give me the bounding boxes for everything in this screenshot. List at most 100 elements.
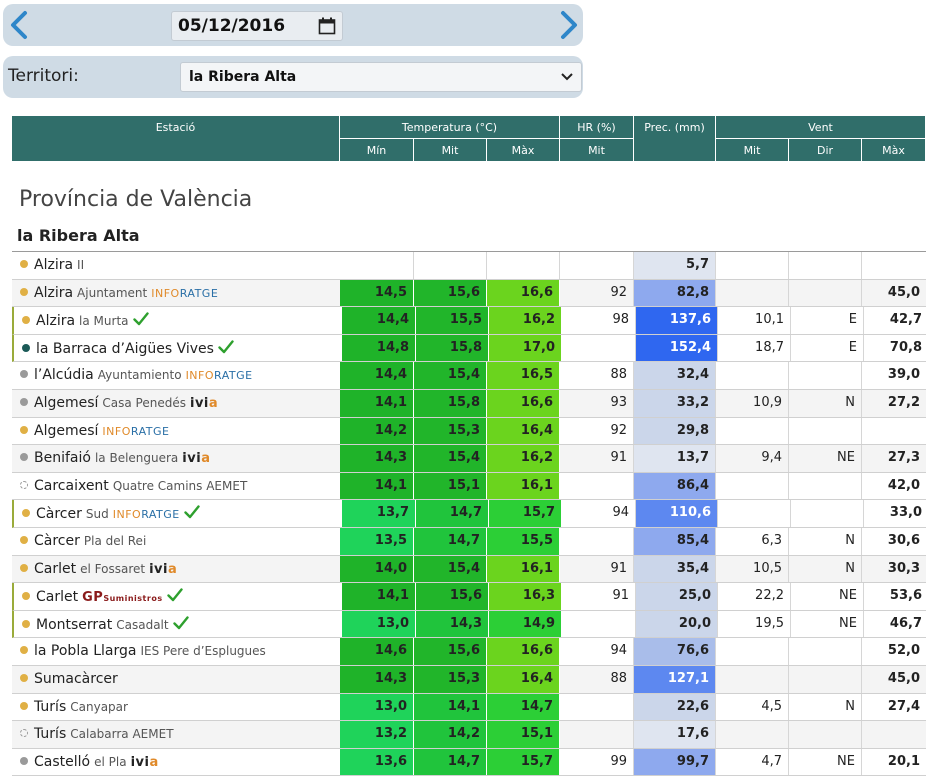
table-row[interactable]: Alzira II 5,7 [12, 252, 926, 280]
header-t-min[interactable]: Mín [340, 139, 414, 162]
table-row[interactable]: Turís Canyapar 13,0 14,1 14,7 22,6 4,5 N 27,4 [12, 693, 926, 722]
station-location: IES Pere d’Esplugues [140, 644, 266, 659]
station-cell[interactable]: Càrcer Pla del Rei [12, 528, 340, 555]
station-location: Ayuntamiento [97, 368, 182, 383]
cell-vdir [789, 279, 862, 307]
station-cell[interactable]: Montserrat Casadalt [14, 611, 342, 638]
station-cell[interactable]: Algemesí Casa Penedés ivia [12, 390, 340, 417]
cell-vmit: 9,4 [716, 445, 789, 472]
station-cell[interactable]: Algemesí INFORATGE [12, 418, 340, 445]
table-row[interactable]: Turís Calabarra AEMET 13,2 14,2 15,1 17,6 [12, 721, 926, 749]
cell-vmit [716, 252, 789, 279]
cell-min: 14,3 [340, 445, 414, 472]
station-location: la Murta [79, 314, 129, 329]
station-cell[interactable]: Alzira la Murta [14, 307, 342, 334]
cell-vmit: 19,5 [718, 610, 791, 638]
station-cell[interactable]: la Pobla Llarga IES Pere d’Esplugues [12, 638, 340, 665]
header-vent-mit[interactable]: Mit [716, 139, 789, 162]
cell-vdir: NE [791, 610, 864, 638]
station-cell[interactable]: Càrcer Sud INFORATGE [14, 500, 342, 527]
station-name: Sumacàrcer [34, 670, 118, 687]
table-row[interactable]: Carcaixent Quatre Camins AEMET 14,1 15,1 16,… [12, 472, 926, 501]
cell-min: 14,8 [342, 334, 416, 362]
header-estacio[interactable]: Estació [12, 116, 340, 162]
station-cell[interactable]: Turís Canyapar [12, 694, 340, 721]
table-row[interactable]: Algemesí Casa Penedés ivia 14,1 15,8 16,6 93 33… [12, 389, 926, 418]
table-row[interactable]: Alzira la Murta 14,4 15,5 16,2 98 137,6 10,1 E 42… [12, 307, 926, 335]
table-row[interactable]: Benifaió la Belenguera ivia 14,3 15,4 16,2 91 1… [12, 445, 926, 473]
table-row[interactable]: Algemesí INFORATGE 14,2 15,3 16,4 92 29,8 [12, 417, 926, 446]
table-row[interactable]: Càrcer Sud INFORATGE 13,7 14,7 15,7 94 110,6 33,… [12, 500, 926, 528]
header-vent-max[interactable]: Màx [862, 139, 926, 162]
cell-vdir [789, 472, 862, 500]
cell-vdir: N [789, 555, 862, 583]
cell-vmax [862, 721, 926, 748]
chevron-down-icon [561, 73, 573, 81]
date-input[interactable]: 05/12/2016 [171, 11, 343, 41]
cell-vmit [716, 665, 789, 693]
station-cell[interactable]: la Barraca d’Aigües Vives [14, 335, 342, 362]
station-cell[interactable]: Alzira II [12, 252, 340, 279]
header-t-mit[interactable]: Mit [414, 139, 487, 162]
cell-min: 14,2 [340, 417, 414, 445]
station-cell[interactable]: Carlet el Fossaret ivia [12, 556, 340, 583]
station-status-dot-icon [20, 260, 28, 268]
station-name: Turís [34, 698, 67, 715]
territory-selected-value: la Ribera Alta [189, 69, 297, 85]
station-cell[interactable]: Castelló el Pla ivia [12, 749, 340, 776]
cell-hr: 93 [560, 389, 634, 417]
cell-min: 13,0 [342, 610, 416, 638]
header-t-max[interactable]: Màx [487, 139, 560, 162]
table-row[interactable]: Càrcer Pla del Rei 13,5 14,7 15,5 85,4 6,3 N 30,… [12, 527, 926, 556]
verified-check-icon [129, 312, 149, 329]
cell-prec: 17,6 [634, 721, 716, 748]
table-row[interactable]: Montserrat Casadalt 13,0 14,3 14,9 20,0 19,5 NE… [12, 610, 926, 639]
station-cell[interactable]: Carlet GPSuministros [14, 583, 342, 610]
cell-hr: 91 [562, 583, 636, 610]
table-row[interactable]: Alzira Ajuntament INFORATGE 14,5 15,6 16,6 92 8… [12, 279, 926, 308]
header-prec[interactable]: Prec. (mm) [634, 116, 716, 162]
table-row[interactable]: Carlet el Fossaret ivia 14,0 15,4 16,1 91 35,4 1… [12, 555, 926, 584]
cell-vmit [716, 721, 789, 748]
station-location: Canyapar [70, 699, 128, 714]
ivia-logo: ivia [130, 754, 159, 770]
cell-max: 15,1 [487, 721, 560, 748]
station-location: Quatre Camins AEMET [112, 478, 248, 493]
calendar-icon[interactable] [318, 17, 336, 35]
next-day-arrow-icon[interactable] [555, 10, 581, 40]
previous-day-arrow-icon[interactable] [7, 10, 33, 40]
table-row[interactable]: Sumacàrcer 14,3 15,3 16,4 88 127,1 45,0 [12, 665, 926, 694]
verified-check-icon [163, 588, 183, 605]
cell-vmit: 4,5 [716, 693, 789, 721]
table-row[interactable]: Carlet GPSuministros 14,1 15,6 16,3 91 25,0 22,… [12, 583, 926, 611]
cell-prec: 25,0 [636, 583, 718, 610]
station-status-dot-icon [20, 701, 28, 710]
station-cell[interactable]: Carcaixent Quatre Camins AEMET [12, 473, 340, 500]
cell-vmax: 27,4 [887, 698, 920, 714]
cell-max [487, 252, 560, 279]
cell-prec: 5,7 [634, 252, 716, 279]
cell-hr [560, 527, 634, 555]
station-cell[interactable]: Alzira Ajuntament INFORATGE [12, 280, 340, 307]
cell-hr [560, 472, 634, 500]
cell-mit: 15,5 [416, 307, 489, 334]
station-cell[interactable]: Benifaió la Belenguera ivia [12, 445, 340, 472]
station-cell[interactable]: Turís Calabarra AEMET [12, 721, 340, 748]
cell-hr [560, 252, 634, 279]
station-cell[interactable]: l’Alcúdia Ayuntamiento INFORATGE [12, 362, 340, 389]
station-cell[interactable]: Sumacàrcer [12, 666, 340, 693]
cell-prec: 13,7 [634, 445, 716, 472]
table-row[interactable]: la Barraca d’Aigües Vives 14,8 15,8 17,0 152… [12, 334, 926, 363]
cell-prec: 20,0 [636, 610, 718, 638]
cell-mit: 15,6 [416, 583, 489, 610]
cell-min: 14,1 [342, 583, 416, 610]
territory-select[interactable]: la Ribera Alta [180, 62, 582, 92]
station-location: Casadalt [116, 617, 169, 632]
table-row[interactable]: l’Alcúdia Ayuntamiento INFORATGE 14,4 15,4 16… [12, 362, 926, 390]
cell-vmit [716, 417, 789, 445]
header-hr-mit[interactable]: Mit [560, 139, 634, 162]
table-row[interactable]: Castelló el Pla ivia 13,6 14,7 15,7 99 99,7 4,7 N… [12, 748, 926, 777]
table-row[interactable]: la Pobla Llarga IES Pere d’Esplugues 14,6 1… [12, 638, 926, 666]
cell-max: 16,4 [487, 417, 560, 445]
header-vent-dir[interactable]: Dir [789, 139, 862, 162]
